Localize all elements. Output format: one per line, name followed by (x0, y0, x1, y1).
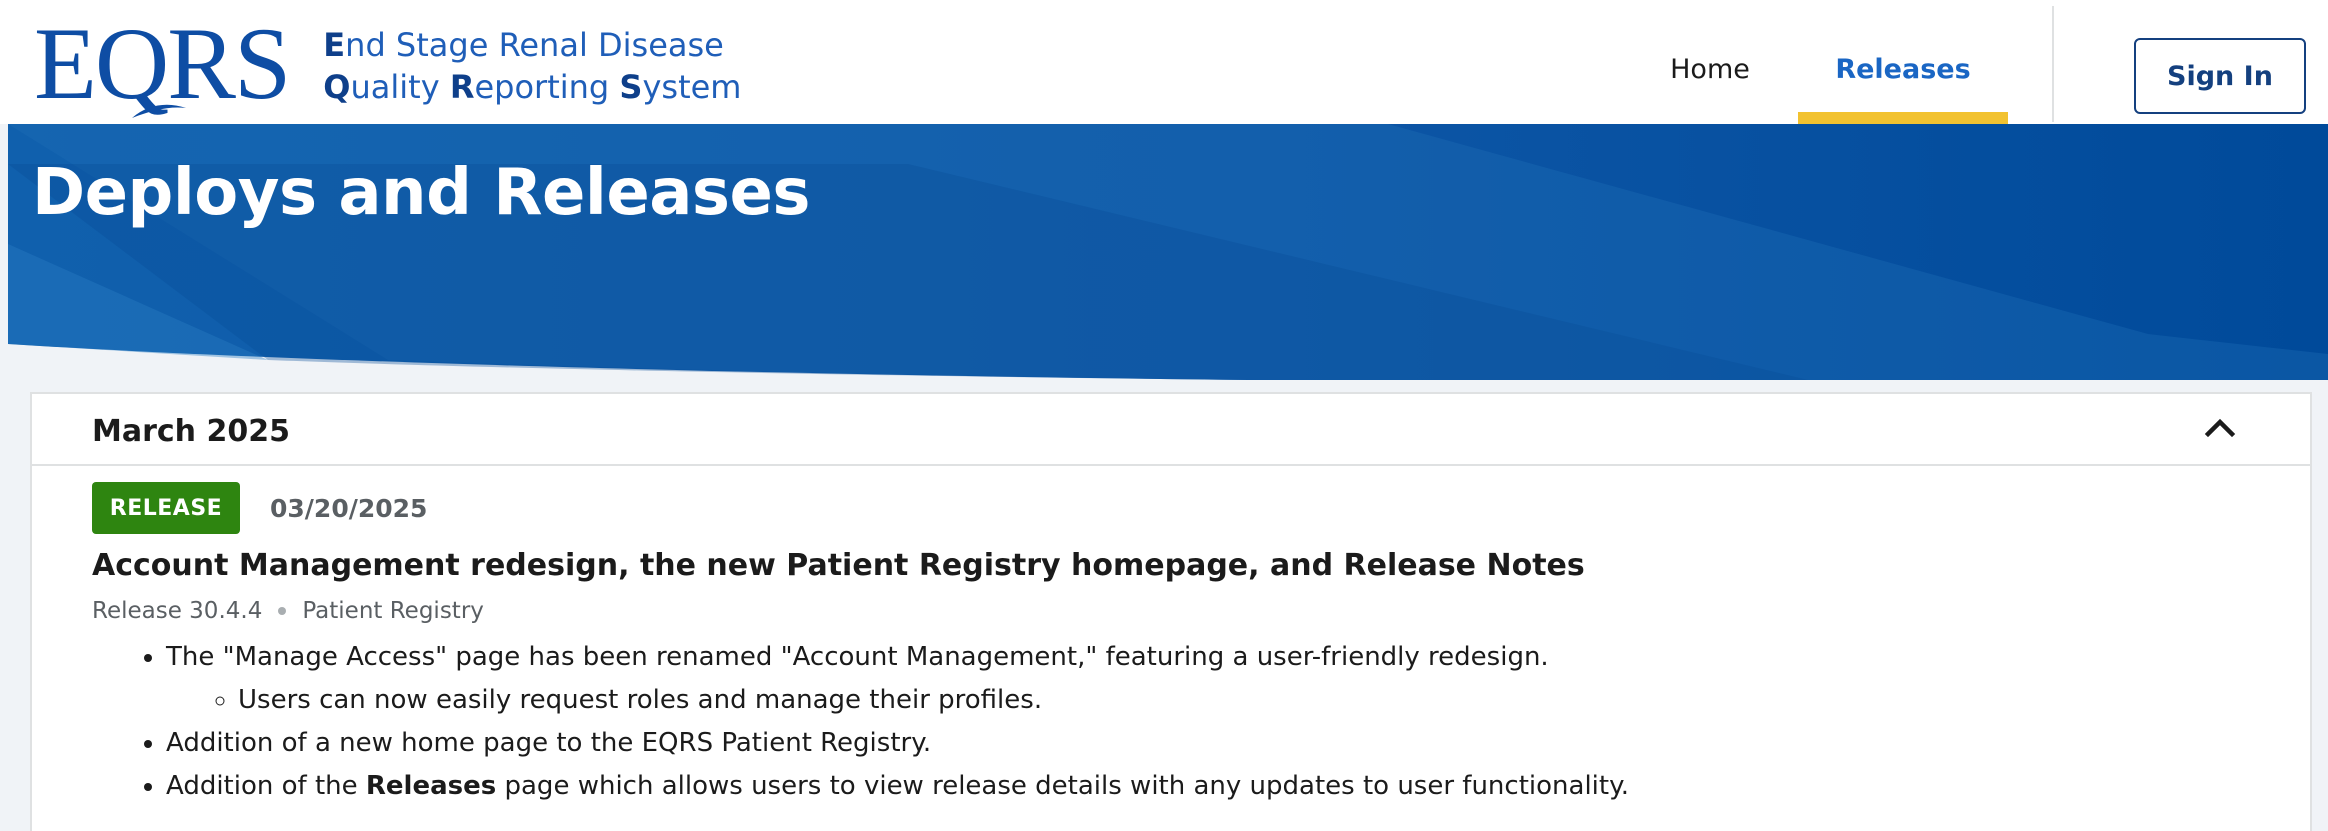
nav-home-link[interactable]: Home (1630, 0, 1790, 124)
chevron-up-icon[interactable] (2200, 412, 2240, 442)
primary-nav: Home Releases (1630, 0, 2008, 124)
eqrs-logo[interactable]: EQRS End Stage Renal Disease Quality Rep… (34, 7, 742, 124)
release-type-badge: RELEASE (92, 482, 240, 534)
release-accordion: March 2025 RELEASE 03/20/2025 Account Ma… (30, 392, 2312, 831)
release-meta: Release 30.4.4 Patient Registry (92, 598, 484, 624)
accordion-title: March 2025 (92, 414, 290, 449)
list-item: Addition of the Releases page which allo… (166, 765, 1629, 808)
list-item: Addition of a new home page to the EQRS … (166, 722, 1629, 765)
list-item: The "Manage Access" page has been rename… (166, 636, 1629, 722)
nav-releases-link[interactable]: Releases (1798, 0, 2008, 124)
list-item: Users can now easily request roles and m… (238, 679, 1629, 722)
release-title: Account Management redesign, the new Pat… (92, 548, 1585, 583)
logo-mark: EQRS (34, 7, 291, 121)
release-notes-list: The "Manage Access" page has been rename… (92, 636, 1629, 808)
logo-swoosh-icon (132, 104, 186, 118)
release-module: Patient Registry (302, 598, 484, 624)
release-version: Release 30.4.4 (92, 598, 263, 624)
nested-list: Users can now easily request roles and m… (166, 679, 1629, 722)
site-header: EQRS End Stage Renal Disease Quality Rep… (0, 0, 2328, 124)
accordion-header-march-2025[interactable]: March 2025 (32, 394, 2310, 466)
nav-divider (2052, 6, 2054, 122)
separator-dot-icon (278, 607, 287, 615)
logo-wordmark: End Stage Renal Disease Quality Reportin… (323, 26, 742, 106)
sign-in-button[interactable]: Sign In (2134, 38, 2306, 114)
hero-banner: Deploys and Releases (8, 124, 2328, 380)
page-title: Deploys and Releases (32, 156, 811, 230)
release-date: 03/20/2025 (270, 494, 428, 523)
